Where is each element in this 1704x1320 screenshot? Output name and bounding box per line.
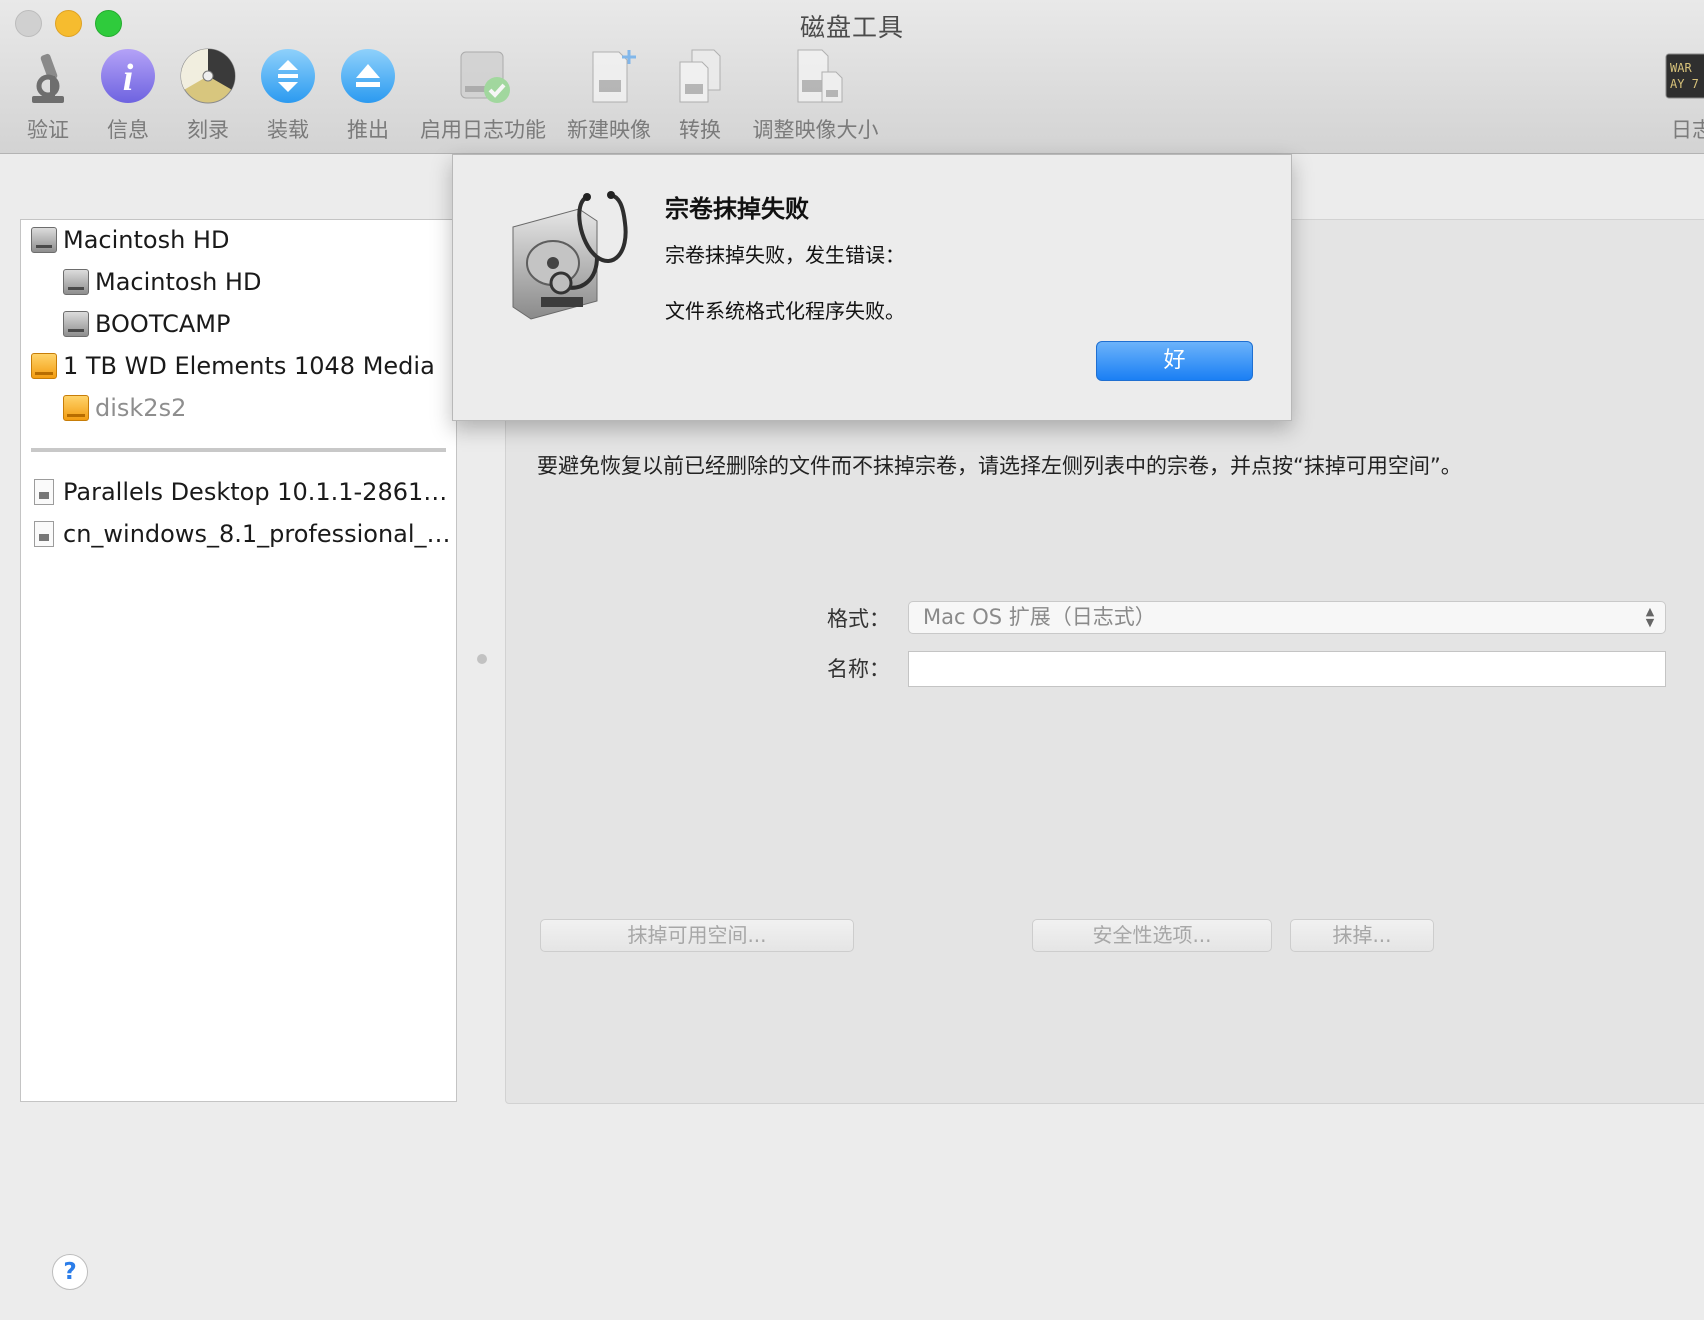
toolbar-convert-button[interactable]: 转换 xyxy=(670,46,730,144)
alert-title: 宗卷抹掉失败 xyxy=(665,195,809,223)
svg-text:WAR: WAR xyxy=(1670,61,1692,75)
sidebar-item-windows-image[interactable]: cn_windows_8.1_professional_… xyxy=(31,514,451,554)
split-view-handle[interactable] xyxy=(477,654,487,664)
format-select[interactable]: Mac OS 扩展（日志式） ▲ ▼ xyxy=(908,601,1666,634)
external-volume-icon xyxy=(63,395,89,421)
sidebar-item-label: 1 TB WD Elements 1048 Media xyxy=(63,352,435,380)
resize-image-icon xyxy=(786,46,846,106)
window-title: 磁盘工具 xyxy=(799,13,904,42)
format-label: 格式： xyxy=(827,607,890,631)
toolbar-info-button[interactable]: i 信息 xyxy=(98,46,158,144)
disk-image-icon xyxy=(34,479,54,505)
toolbar-eject-button[interactable]: 推出 xyxy=(338,46,398,144)
format-select-value: Mac OS 扩展（日志式） xyxy=(923,605,1156,629)
toolbar-verify-button[interactable]: 验证 xyxy=(18,46,78,144)
toolbar-label: 调整映像大小 xyxy=(752,118,879,142)
svg-text:AY 7: AY 7 xyxy=(1670,77,1699,91)
toolbar-mount-button[interactable]: 装载 xyxy=(258,46,318,144)
disk-image-icon xyxy=(34,521,54,547)
toolbar-label: 装载 xyxy=(267,118,309,142)
sidebar-item-macintosh-hd-volume[interactable]: Macintosh HD xyxy=(63,262,261,302)
sidebar-item-parallels-image[interactable]: Parallels Desktop 10.1.1-2861… xyxy=(31,472,447,512)
toolbar-label: 转换 xyxy=(679,118,721,142)
security-options-button[interactable]: 安全性选项... xyxy=(1032,919,1272,952)
toolbar-log-button[interactable]: WAR AY 7 日志 xyxy=(1662,46,1704,144)
toolbar-new-image-button[interactable]: 新建映像 xyxy=(563,46,655,144)
eject-icon xyxy=(338,46,398,106)
info-icon: i xyxy=(98,46,158,106)
sidebar-item-label: cn_windows_8.1_professional_… xyxy=(63,520,451,548)
toolbar-label: 新建映像 xyxy=(567,118,651,142)
sidebar-divider xyxy=(31,448,446,452)
ok-button[interactable]: 好 xyxy=(1096,341,1253,381)
burn-icon xyxy=(178,46,238,106)
erase-description: 要避免恢复以前已经删除的文件而不抹掉宗卷，请选择左侧列表中的宗卷，并点按“抹掉可… xyxy=(537,454,1462,478)
log-icon: WAR AY 7 xyxy=(1662,46,1704,106)
sidebar-item-disk2s2[interactable]: disk2s2 xyxy=(63,388,186,428)
sidebar-item-wd-elements[interactable]: 1 TB WD Elements 1048 Media xyxy=(31,346,435,386)
disk-utility-stethoscope-icon xyxy=(501,183,641,323)
toolbar-burn-button[interactable]: 刻录 xyxy=(178,46,238,144)
toolbar-resize-image-button[interactable]: 调整映像大小 xyxy=(748,46,883,144)
toolbar-label: 刻录 xyxy=(187,118,229,142)
convert-icon xyxy=(670,46,730,106)
sidebar-item-label: Macintosh HD xyxy=(95,268,262,296)
new-image-icon xyxy=(579,46,639,106)
erase-button[interactable]: 抹掉... xyxy=(1290,919,1434,952)
sidebar-item-label: Macintosh HD xyxy=(63,226,230,254)
volume-icon xyxy=(63,311,89,337)
toolbar-label: 启用日志功能 xyxy=(420,118,546,142)
sidebar-item-bootcamp[interactable]: BOOTCAMP xyxy=(63,304,230,344)
alert-detail: 文件系统格式化程序失败。 xyxy=(665,299,905,323)
internal-disk-icon xyxy=(31,227,57,253)
sidebar-item-macintosh-hd-disk[interactable]: Macintosh HD xyxy=(31,220,229,260)
help-button[interactable]: ? xyxy=(52,1254,88,1290)
toolbar-label: 推出 xyxy=(347,118,389,142)
mount-icon xyxy=(258,46,318,106)
erase-free-space-button[interactable]: 抹掉可用空间... xyxy=(540,919,854,952)
external-disk-icon xyxy=(31,353,57,379)
toolbar: 磁盘工具 验证 i 信息 刻录 装载 推出 启用日志功能 新建映像 转换 调整映… xyxy=(0,0,1704,154)
chevron-updown-icon: ▲ ▼ xyxy=(1645,605,1655,629)
toolbar-label: 日志 xyxy=(1671,118,1704,142)
sidebar-item-label: Parallels Desktop 10.1.1-2861… xyxy=(63,478,448,506)
enable-journaling-icon xyxy=(453,46,513,106)
name-field[interactable] xyxy=(908,651,1666,687)
svg-text:i: i xyxy=(123,57,134,99)
volume-icon xyxy=(63,269,89,295)
alert-message: 宗卷抹掉失败，发生错误： xyxy=(665,243,905,267)
sidebar-item-label: disk2s2 xyxy=(95,394,187,422)
toolbar-label: 信息 xyxy=(107,118,149,142)
toolbar-label: 验证 xyxy=(27,118,69,142)
sidebar-disk-list: Macintosh HD Macintosh HD BOOTCAMP 1 TB … xyxy=(20,219,457,1102)
erase-failed-alert: 宗卷抹掉失败 宗卷抹掉失败，发生错误： 文件系统格式化程序失败。 好 xyxy=(452,154,1292,421)
name-label: 名称： xyxy=(827,657,890,681)
sidebar-item-label: BOOTCAMP xyxy=(95,310,231,338)
toolbar-enable-journaling-button[interactable]: 启用日志功能 xyxy=(418,46,548,144)
microscope-icon xyxy=(18,46,78,106)
